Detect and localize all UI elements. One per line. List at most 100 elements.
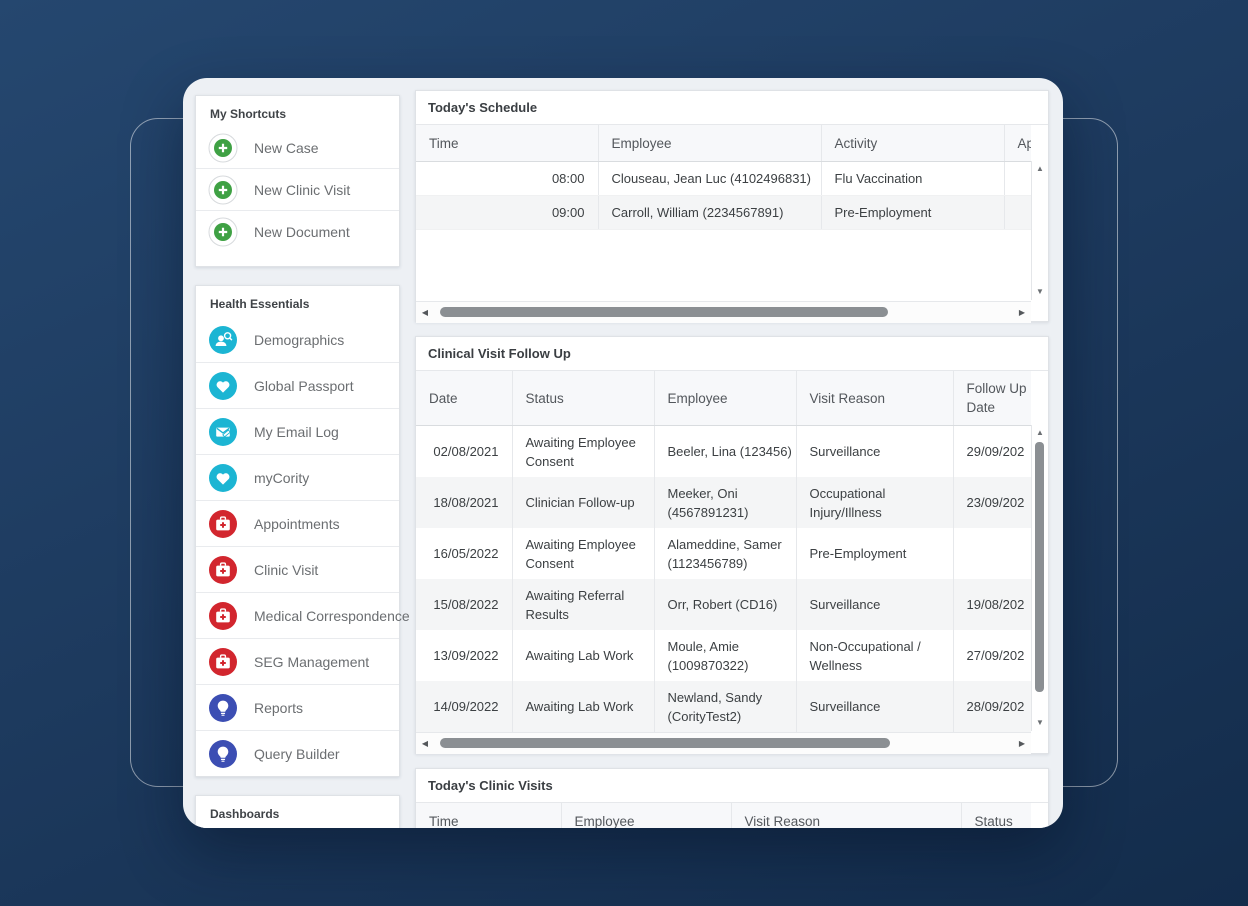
sidebar-item-label: New Clinic Visit (254, 182, 350, 198)
panel-clinical-visit-follow-up: Clinical Visit Follow Up Date Status Emp… (415, 336, 1049, 754)
plus-circle-icon (208, 217, 238, 247)
cell-visit-reason: Non-Occupational / Wellness (796, 630, 953, 681)
sidebar-item-new-document[interactable]: New Document (196, 210, 399, 252)
sidebar-item-label: New Document (254, 224, 350, 240)
cell-employee: Clouseau, Jean Luc (4102496831) (598, 162, 821, 196)
table-row[interactable]: 14/09/2022 Awaiting Lab Work Newland, Sa… (416, 681, 1031, 732)
sidebar-item-mycority[interactable]: myCority (196, 454, 399, 500)
sidebar-item-reports[interactable]: Reports (196, 684, 399, 730)
table-row[interactable]: 18/08/2021 Clinician Follow-up Meeker, O… (416, 477, 1031, 528)
sidebar-item-label: Clinic Visit (254, 562, 318, 578)
table-row[interactable]: 15/08/2022 Awaiting Referral Results Orr… (416, 579, 1031, 630)
sidebar-section-health-essentials: Health Essentials Demographics Global Pa… (195, 285, 400, 777)
scroll-right-arrow[interactable]: ▶ (1015, 302, 1029, 323)
table-row[interactable]: 13/09/2022 Awaiting Lab Work Moule, Amie… (416, 630, 1031, 681)
sidebar-item-label: My Email Log (254, 424, 339, 440)
cell-date: 18/08/2021 (416, 477, 512, 528)
medical-bag-icon (208, 555, 238, 585)
panel-title: Clinical Visit Follow Up (416, 337, 1048, 371)
column-header-visit-reason[interactable]: Visit Reason (796, 371, 953, 426)
cell-status: Awaiting Lab Work (512, 630, 654, 681)
sidebar-section-my-shortcuts: My Shortcuts New Case New Clinic Visit N… (195, 95, 400, 267)
cell-visit-reason: Surveillance (796, 426, 953, 477)
scroll-left-arrow[interactable]: ◀ (418, 733, 432, 754)
app-window: My Shortcuts New Case New Clinic Visit N… (183, 78, 1063, 828)
sidebar-item-label: SEG Management (254, 654, 369, 670)
cell-follow-up-date: 27/09/202 (953, 630, 1031, 681)
column-header-employee[interactable]: Employee (598, 125, 821, 162)
section-title: My Shortcuts (196, 96, 399, 127)
sidebar-item-clinic-visit[interactable]: Clinic Visit (196, 546, 399, 592)
column-header-time[interactable]: Time (416, 803, 561, 828)
cell-status: Awaiting Referral Results (512, 579, 654, 630)
cell-visit-reason: Surveillance (796, 681, 953, 732)
cell-date: 15/08/2022 (416, 579, 512, 630)
cell-time: 08:00 (416, 162, 598, 196)
section-title: Dashboards (196, 796, 399, 827)
schedule-table: Time Employee Activity Ap (416, 125, 1031, 162)
table-header-row: Time Employee Activity Ap (416, 125, 1031, 162)
sidebar: My Shortcuts New Case New Clinic Visit N… (195, 95, 400, 828)
scroll-down-arrow[interactable]: ▼ (1032, 286, 1048, 298)
sidebar-item-label: New Case (254, 140, 319, 156)
scroll-right-arrow[interactable]: ▶ (1015, 733, 1029, 754)
cell-date: 02/08/2021 (416, 426, 512, 477)
cell-follow-up-date: 23/09/202 (953, 477, 1031, 528)
column-header-time[interactable]: Time (416, 125, 598, 162)
scrollbar-thumb[interactable] (1035, 442, 1044, 692)
cell-visit-reason: Occupational Injury/Illness (796, 477, 953, 528)
vertical-scrollbar[interactable]: ▲ ▼ (1031, 161, 1048, 300)
sidebar-item-label: Query Builder (254, 746, 340, 762)
horizontal-scrollbar[interactable]: ◀ ▶ (416, 732, 1031, 754)
panel-todays-clinic-visits: Today's Clinic Visits Time Employee Visi… (415, 768, 1049, 828)
cell-appointment (1004, 162, 1031, 196)
sidebar-item-health-essentials-dashboard[interactable]: Health Essentials (196, 827, 399, 828)
panel-todays-schedule: Today's Schedule Time Employee Activity … (415, 90, 1049, 322)
sidebar-item-label: Demographics (254, 332, 344, 348)
table-row[interactable]: 16/05/2022 Awaiting Employee Consent Ala… (416, 528, 1031, 579)
column-header-date[interactable]: Date (416, 371, 512, 426)
table-row[interactable]: 08:00 Clouseau, Jean Luc (4102496831) Fl… (416, 162, 1031, 196)
sidebar-item-demographics[interactable]: Demographics (196, 317, 399, 362)
column-header-appointment[interactable]: Ap (1004, 125, 1031, 162)
scroll-up-arrow[interactable]: ▲ (1032, 163, 1048, 175)
scroll-up-arrow[interactable]: ▲ (1032, 427, 1048, 439)
table-row[interactable]: 09:00 Carroll, William (2234567891) Pre-… (416, 196, 1031, 230)
sidebar-item-query-builder[interactable]: Query Builder (196, 730, 399, 776)
person-search-icon (208, 325, 238, 355)
cell-follow-up-date (953, 528, 1031, 579)
horizontal-scrollbar[interactable]: ◀ ▶ (416, 301, 1031, 323)
scroll-down-arrow[interactable]: ▼ (1032, 717, 1048, 729)
cell-visit-reason: Surveillance (796, 579, 953, 630)
plus-circle-icon (208, 133, 238, 163)
cell-date: 16/05/2022 (416, 528, 512, 579)
column-header-activity[interactable]: Activity (821, 125, 1004, 162)
sidebar-item-new-case[interactable]: New Case (196, 127, 399, 168)
empty-rows-area (416, 230, 1031, 301)
sidebar-item-global-passport[interactable]: Global Passport (196, 362, 399, 408)
column-header-visit-reason[interactable]: Visit Reason (731, 803, 961, 828)
column-header-follow-up-date[interactable]: Follow Up Date (953, 371, 1031, 426)
sidebar-item-my-email-log[interactable]: My Email Log (196, 408, 399, 454)
column-header-status[interactable]: Status (961, 803, 1031, 828)
cell-date: 13/09/2022 (416, 630, 512, 681)
table-header-row: Date Status Employee Visit Reason Follow… (416, 371, 1031, 426)
sidebar-item-new-clinic-visit[interactable]: New Clinic Visit (196, 168, 399, 210)
medical-bag-icon (208, 601, 238, 631)
column-header-employee[interactable]: Employee (654, 371, 796, 426)
sidebar-item-appointments[interactable]: Appointments (196, 500, 399, 546)
sidebar-section-dashboards: Dashboards Health Essentials (195, 795, 400, 828)
vertical-scrollbar[interactable]: ▲ ▼ (1031, 425, 1048, 731)
scrollbar-thumb[interactable] (440, 307, 888, 317)
column-header-status[interactable]: Status (512, 371, 654, 426)
sidebar-item-seg-management[interactable]: SEG Management (196, 638, 399, 684)
column-header-employee[interactable]: Employee (561, 803, 731, 828)
sidebar-item-label: Appointments (254, 516, 340, 532)
scroll-left-arrow[interactable]: ◀ (418, 302, 432, 323)
sidebar-item-medical-correspondence[interactable]: Medical Correspondence (196, 592, 399, 638)
heart-icon (208, 371, 238, 401)
table-row[interactable]: 02/08/2021 Awaiting Employee Consent Bee… (416, 426, 1031, 477)
panel-title: Today's Clinic Visits (416, 769, 1048, 803)
scrollbar-thumb[interactable] (440, 738, 890, 748)
cell-employee: Alameddine, Samer (1123456789) (654, 528, 796, 579)
